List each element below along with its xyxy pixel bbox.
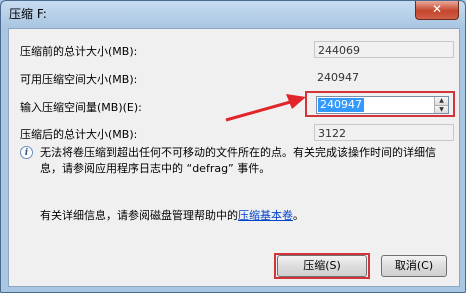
shrink-amount-input[interactable]: 240947 ▲ ▼ (316, 96, 449, 114)
close-icon: ✕ (431, 2, 443, 16)
shrink-amount-highlight: 240947 ▲ ▼ (305, 91, 455, 117)
shrink-dialog: 压缩 F: ✕ 压缩前的总计大小(MB): 244069 可用压缩空间大小(MB… (0, 0, 466, 293)
help-suffix: 。 (293, 209, 304, 222)
size-after-value: 3122 (314, 124, 454, 141)
annotation-arrow (225, 94, 306, 122)
size-before-value: 244069 (314, 41, 454, 58)
info-message: 无法将卷压缩到超出任何不可移动的文件所在的点。有关完成该操作时间的详细信息，请参… (40, 146, 436, 175)
size-before-label: 压缩前的总计大小(MB): (20, 45, 138, 58)
spin-down-icon[interactable]: ▼ (434, 105, 448, 113)
shrink-amount-label: 输入压缩空间量(MB)(E): (20, 101, 142, 114)
cancel-button[interactable]: 取消(C) (381, 255, 447, 277)
info-icon: i (20, 146, 33, 159)
help-link[interactable]: 压缩基本卷 (238, 209, 293, 222)
shrink-amount-spinner[interactable]: ▲ ▼ (434, 97, 448, 113)
available-space-value: 240947 (314, 69, 454, 86)
shrink-button-highlight: 压缩(S) (274, 253, 370, 279)
help-text: 有关详细信息，请参阅磁盘管理帮助中的压缩基本卷。 (40, 207, 304, 223)
close-button[interactable]: ✕ (415, 1, 459, 20)
dialog-title: 压缩 F: (9, 7, 47, 21)
shrink-button[interactable]: 压缩(S) (277, 255, 367, 277)
available-space-label: 可用压缩空间大小(MB): (20, 73, 138, 86)
shrink-amount-value: 240947 (318, 98, 364, 112)
help-prefix: 有关详细信息，请参阅磁盘管理帮助中的 (40, 209, 238, 222)
dialog-body: 压缩前的总计大小(MB): 244069 可用压缩空间大小(MB): 24094… (8, 28, 460, 287)
spin-up-icon[interactable]: ▲ (434, 97, 448, 105)
size-after-label: 压缩后的总计大小(MB): (20, 128, 138, 141)
